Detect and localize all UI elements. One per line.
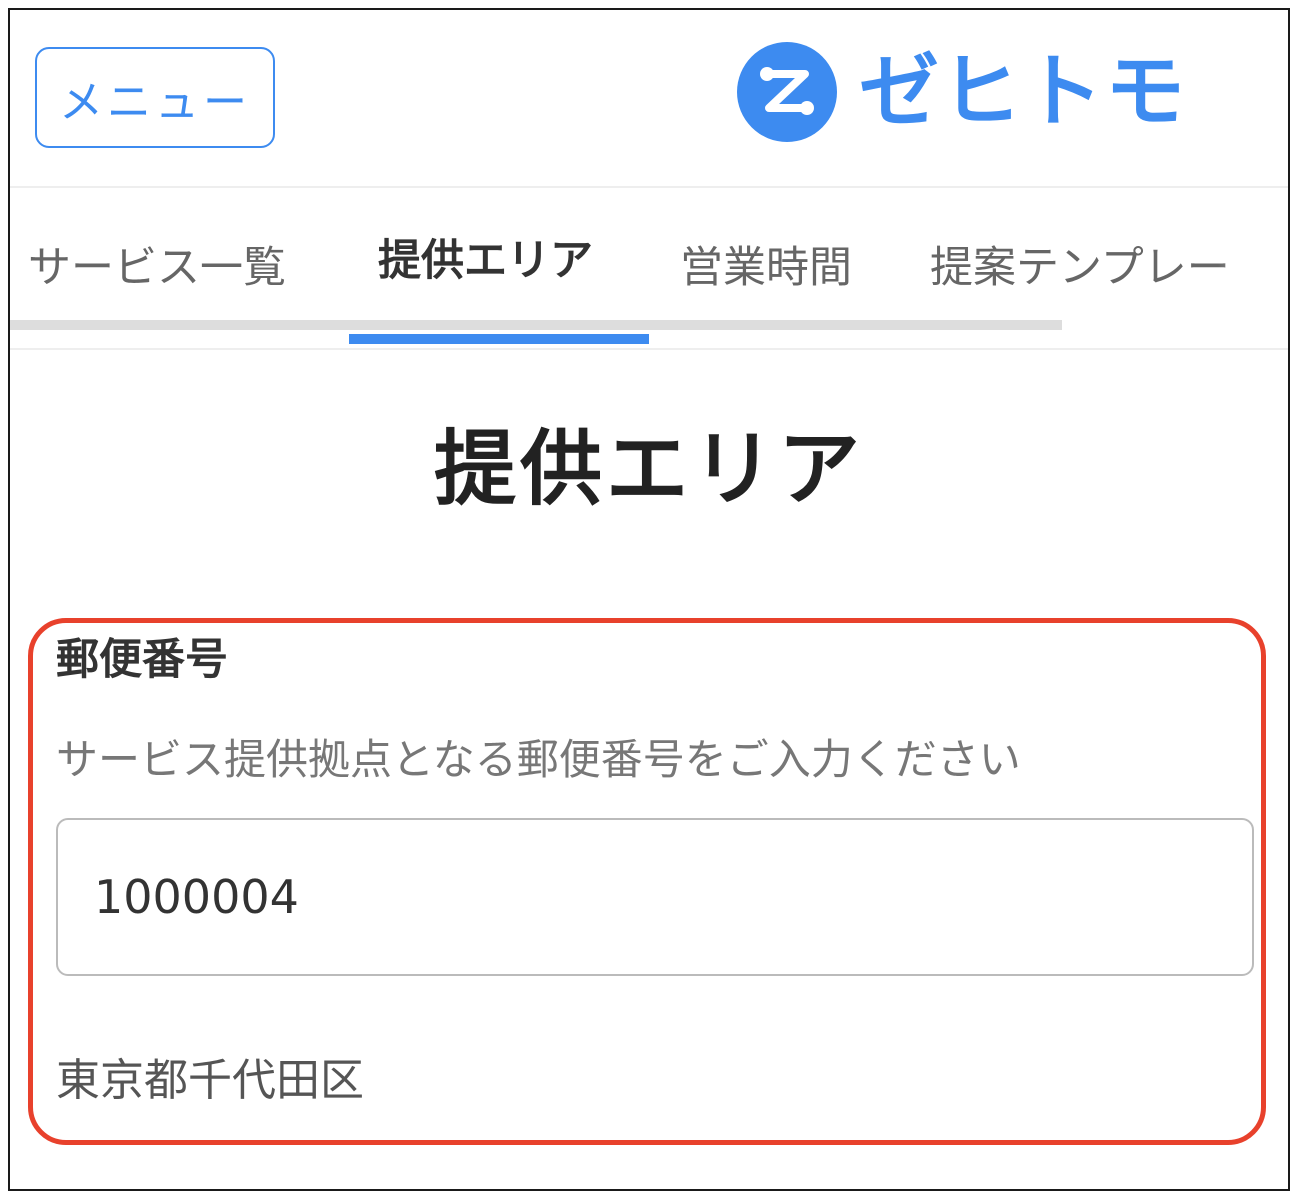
logo[interactable]: ゼヒトモ	[737, 42, 1187, 142]
zehitomo-logo-icon	[737, 42, 837, 142]
tab-bar: サービス一覧 提供エリア 営業時間 提案テンプレー	[10, 188, 1288, 350]
tab-proposal-template[interactable]: 提案テンプレー	[930, 233, 1230, 295]
app-frame: メニュー ゼヒトモ サービス一覧 提供エリア 営業時間 提案テンプレー 提供エリ…	[8, 8, 1290, 1191]
menu-button[interactable]: メニュー	[35, 47, 275, 148]
page-title: 提供エリア	[433, 422, 864, 517]
tab-fade	[1218, 218, 1288, 308]
tab-service-area[interactable]: 提供エリア	[378, 226, 593, 288]
tab-business-hours[interactable]: 営業時間	[680, 233, 852, 295]
address-text: 東京都千代田区	[56, 1055, 364, 1106]
header: メニュー ゼヒトモ	[10, 10, 1288, 188]
postal-code-help-text: サービス提供拠点となる郵便番号をご入力ください	[56, 735, 1021, 784]
logo-text: ゼヒトモ	[859, 45, 1187, 138]
tab-scrollbar[interactable]	[10, 320, 1062, 330]
postal-code-label: 郵便番号	[56, 635, 228, 685]
postal-code-input[interactable]	[56, 818, 1254, 976]
tab-service-list[interactable]: サービス一覧	[28, 233, 286, 295]
active-tab-indicator	[349, 334, 649, 344]
